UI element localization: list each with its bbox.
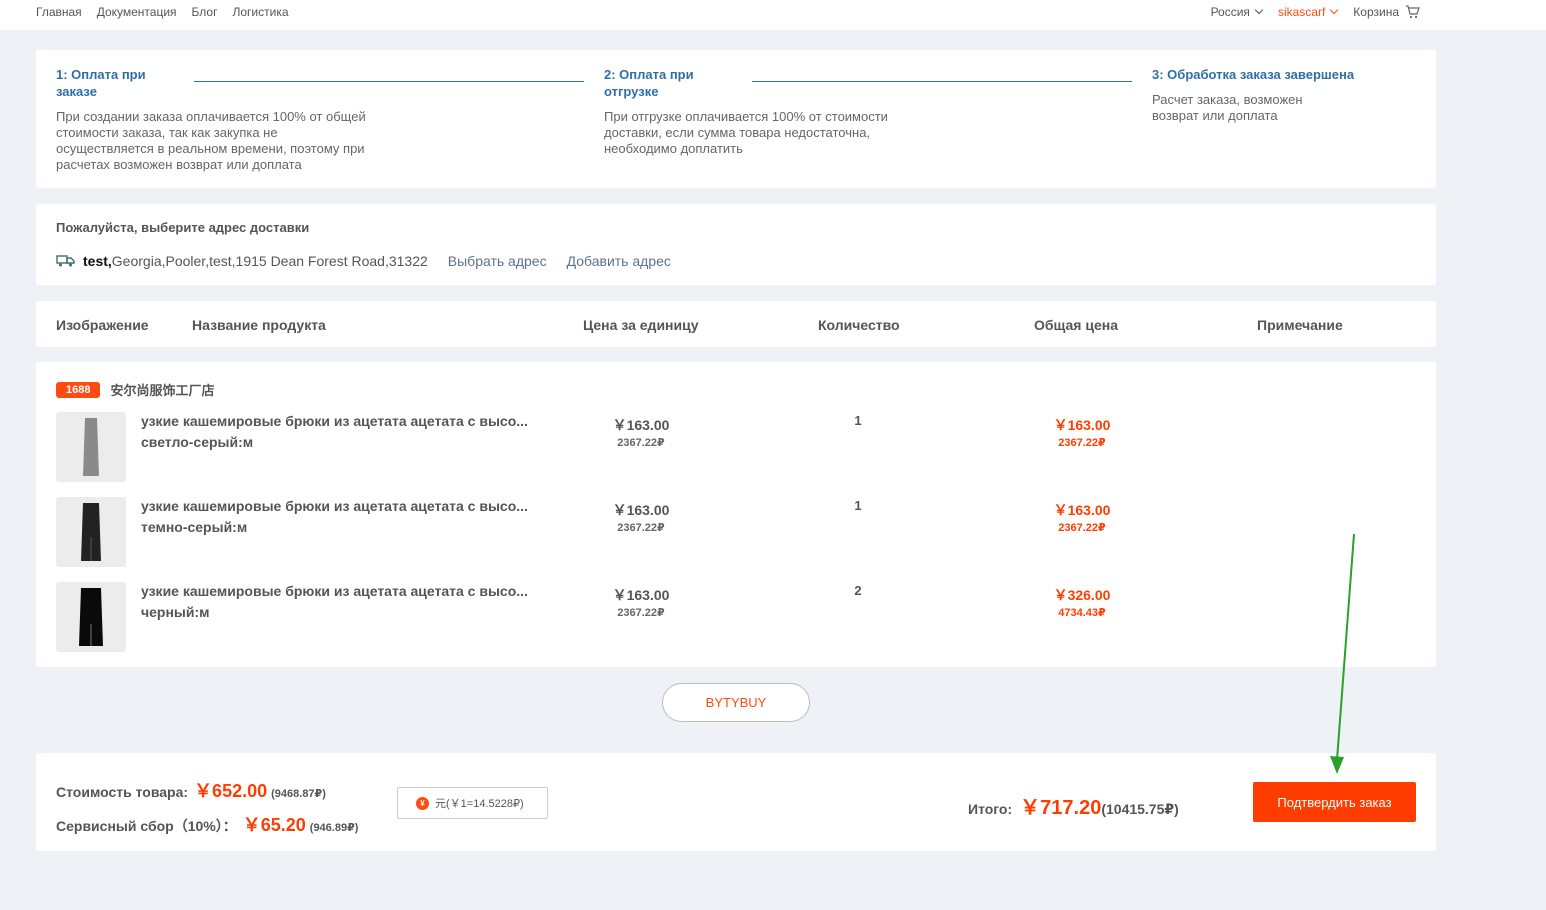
store-badge: 1688 (56, 381, 101, 398)
total-price: ￥163.00 2367.22₽ (1037, 415, 1127, 449)
product-variant: темно-серый:м (141, 519, 248, 535)
table-header: Изображение Название продукта Цена за ед… (36, 301, 1436, 347)
service-fee-value: ￥65.20 (242, 815, 306, 835)
header-quantity: Количество (818, 317, 900, 333)
total-price: ￥163.00 2367.22₽ (1037, 500, 1127, 534)
chevron-down-icon (1330, 5, 1339, 15)
step-title: 2: Оплата при отгрузке (604, 67, 694, 99)
address-line: Georgia,Pooler,test,1915 Dean Forest Roa… (111, 253, 428, 269)
address-row: test, Georgia,Pooler,test,1915 Dean Fore… (56, 253, 671, 269)
table-row: узкие кашемировые брюки из ацетата ацета… (56, 497, 1416, 567)
cart-icon (1406, 5, 1420, 19)
address-title: Пожалуйста, выберите адрес доставки (56, 220, 310, 235)
total-price-rub: 2367.22₽ (1058, 437, 1106, 449)
country-label: Россия (1210, 5, 1250, 19)
total-rub: (10415.75₽) (1101, 801, 1179, 817)
total-price-cny: ￥163.00 (1053, 502, 1111, 518)
goods-cost: Стоимость товара: ￥652.00 (9468.87₽) (56, 777, 326, 803)
user-menu[interactable]: sikascarf (1277, 5, 1339, 19)
select-address-link[interactable]: Выбрать адрес (448, 253, 547, 269)
header-product-name: Название продукта (192, 317, 326, 333)
step-desc: При создании заказа оплачивается 100% от… (56, 109, 366, 172)
product-name[interactable]: узкие кашемировые брюки из ацетата ацета… (141, 583, 541, 599)
payment-steps: 1: Оплата при заказе При создании заказа… (36, 50, 1436, 188)
total-price-cny: ￥163.00 (1053, 417, 1111, 433)
goods-cost-label: Стоимость товара: (56, 784, 189, 800)
goods-cost-rub: (9468.87₽) (271, 788, 326, 800)
top-nav: Главная Документация Блог Логистика (36, 5, 304, 19)
product-variant: черный:м (141, 604, 210, 620)
total-value: ￥717.20 (1020, 797, 1102, 819)
total-price-rub: 2367.22₽ (1058, 522, 1106, 534)
total-price: ￥326.00 4734.43₽ (1037, 585, 1127, 619)
step-title: 3: Обработка заказа завершена (1152, 67, 1355, 82)
confirm-order-button[interactable]: Подтвердить заказ (1253, 782, 1416, 822)
quantity: 2 (854, 583, 862, 598)
step-2: 2: Оплата при отгрузке При отгрузке опла… (604, 66, 924, 157)
store-name[interactable]: 安尔尚服饰工厂店 (110, 380, 214, 399)
unit-price: ￥163.00 2367.22₽ (601, 585, 681, 619)
add-address-link[interactable]: Добавить адрес (567, 253, 671, 269)
annotation-arrow-icon (1330, 533, 1355, 774)
yuan-coin-icon: ¥ (416, 796, 429, 810)
unit-price-rub: 2367.22₽ (617, 607, 665, 619)
product-image[interactable] (56, 412, 126, 482)
step-connector (194, 81, 584, 82)
cart-label: Корзина (1353, 5, 1399, 19)
nav-blog[interactable]: Блог (192, 5, 218, 19)
total-price-rub: 4734.43₽ (1058, 607, 1106, 619)
product-image[interactable] (56, 497, 126, 567)
delivery-address: Пожалуйста, выберите адрес доставки test… (36, 204, 1436, 285)
header-image: Изображение (56, 317, 149, 333)
service-fee-rub: (946.89₽) (309, 822, 359, 834)
products-list: 1688 安尔尚服饰工厂店 узкие кашемировые брюки из… (36, 362, 1436, 667)
unit-price-cny: ￥163.00 (612, 587, 670, 603)
product-name[interactable]: узкие кашемировые брюки из ацетата ацета… (141, 498, 541, 514)
unit-price-rub: 2367.22₽ (617, 437, 665, 449)
top-right-menu: Россия sikascarf Корзина (1195, 5, 1420, 19)
unit-price: ￥163.00 2367.22₽ (601, 500, 681, 534)
exchange-rate: 元(￥1=14.5228₽) (435, 798, 524, 810)
nav-docs[interactable]: Документация (97, 5, 177, 19)
unit-price: ￥163.00 2367.22₽ (601, 415, 681, 449)
order-summary: Стоимость товара: ￥652.00 (9468.87₽) Сер… (36, 753, 1436, 851)
user-name: sikascarf (1277, 5, 1326, 19)
service-fee: Сервисный сбор（10%）： ￥65.20 (946.89₽) (56, 811, 358, 837)
product-variant: светло-серый:м (141, 434, 254, 450)
promo-code-button[interactable]: BYTYBUY (662, 683, 810, 722)
goods-cost-value: ￥652.00 (194, 781, 268, 801)
table-row: узкие кашемировые брюки из ацетата ацета… (56, 582, 1416, 652)
total-label: Итого: (968, 801, 1013, 817)
country-selector[interactable]: Россия (1210, 5, 1264, 19)
nav-logistics[interactable]: Логистика (232, 5, 288, 19)
order-total: Итого: ￥717.20 (10415.75₽) (968, 791, 1179, 820)
cart-link[interactable]: Корзина (1353, 5, 1420, 19)
step-desc: При отгрузке оплачивается 100% от стоимо… (604, 109, 888, 156)
product-name[interactable]: узкие кашемировые брюки из ацетата ацета… (141, 413, 541, 429)
unit-price-cny: ￥163.00 (612, 502, 670, 518)
header-unit-price: Цена за единицу (583, 317, 699, 333)
header-note: Примечание (1257, 317, 1343, 333)
store-header: 1688 安尔尚服饰工厂店 (56, 380, 215, 399)
service-fee-label: Сервисный сбор（10%）： (56, 818, 237, 834)
table-row: узкие кашемировые брюки из ацетата ацета… (56, 412, 1416, 482)
chevron-down-icon (1254, 5, 1264, 15)
currency-selector[interactable]: ¥ 元(￥1=14.5228₽) (397, 787, 548, 819)
nav-home[interactable]: Главная (36, 5, 82, 19)
step-title: 1: Оплата при заказе (56, 67, 146, 99)
quantity: 1 (854, 413, 862, 428)
product-image[interactable] (56, 582, 126, 652)
total-price-cny: ￥326.00 (1053, 587, 1111, 603)
recipient-name: test, (83, 253, 112, 269)
unit-price-rub: 2367.22₽ (617, 522, 665, 534)
step-3: 3: Обработка заказа завершена Расчет зак… (1152, 66, 1412, 124)
step-1: 1: Оплата при заказе При создании заказа… (56, 66, 376, 173)
step-desc: Расчет заказа, возможен возврат или допл… (1152, 92, 1303, 123)
header-total-price: Общая цена (1034, 317, 1118, 333)
quantity: 1 (854, 498, 862, 513)
truck-icon (56, 255, 75, 267)
top-bar: Главная Документация Блог Логистика Росс… (0, 0, 1546, 30)
step-connector (752, 81, 1132, 82)
unit-price-cny: ￥163.00 (612, 417, 670, 433)
